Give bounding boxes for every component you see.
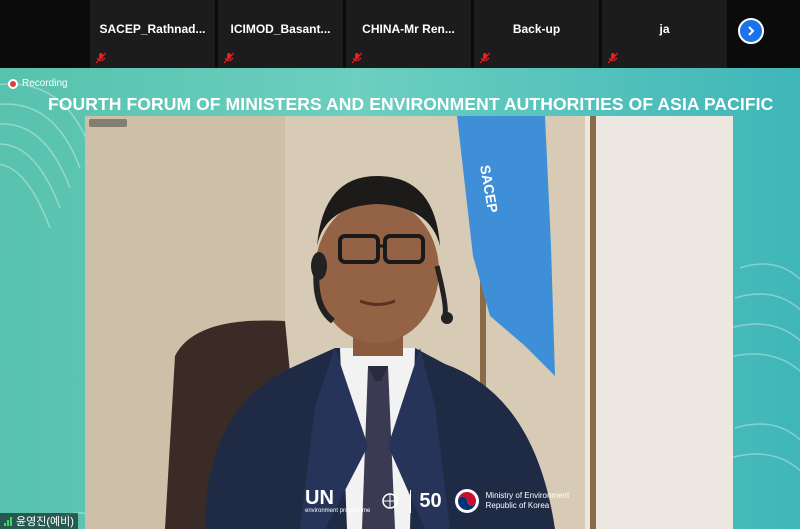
globe-icon	[382, 493, 399, 509]
participant-tile[interactable]: Back-up	[474, 0, 599, 68]
recording-label: Recording	[22, 78, 68, 89]
participant-tile[interactable]: CHINA-Mr Ren...	[346, 0, 471, 68]
self-user-name: 윤영진(예비)	[16, 516, 74, 528]
muted-mic-icon	[607, 52, 619, 64]
moe-line1: Ministry of Environment	[485, 491, 570, 501]
main-video-stage: Recording FOURTH FORUM OF MINISTERS AND …	[0, 68, 800, 529]
participant-name: Back-up	[512, 22, 561, 36]
speaker-video[interactable]: SACEP	[85, 116, 733, 529]
participant-name: ICIMOD_Basant...	[230, 22, 331, 36]
muted-mic-icon	[479, 52, 491, 64]
recording-indicator: Recording	[8, 78, 68, 89]
participant-name: SACEP_Rathnad...	[99, 22, 206, 36]
participant-name: ja	[659, 22, 670, 36]
taegeuk-icon	[454, 489, 479, 513]
self-user-label[interactable]: 윤영진(예비)	[0, 513, 78, 529]
moe-line2: Republic of Korea	[485, 501, 550, 510]
participant-tile[interactable]: ja	[602, 0, 727, 68]
video-toolbar[interactable]	[89, 119, 127, 127]
sponsor-logos: UN environment programme 50 Ministry of …	[305, 478, 569, 524]
muted-mic-icon	[351, 52, 363, 64]
participant-strip: SACEP_Rathnad... ICIMOD_Basant... CHINA-…	[0, 0, 800, 68]
participant-tile[interactable]: ICIMOD_Basant...	[218, 0, 343, 68]
signal-bars-icon	[4, 516, 12, 526]
muted-mic-icon	[95, 52, 107, 64]
next-page-button[interactable]	[738, 18, 764, 44]
anniversary-logo: 50	[410, 489, 442, 513]
chevron-right-icon	[748, 26, 755, 36]
forum-title: FOURTH FORUM OF MINISTERS AND ENVIRONMEN…	[48, 94, 774, 114]
muted-mic-icon	[223, 52, 235, 64]
moe-logo: Ministry of Environment Republic of Kore…	[454, 488, 570, 514]
un-text: UN	[305, 487, 334, 509]
speaker-video-frame: SACEP	[85, 116, 733, 529]
recording-icon	[8, 78, 18, 89]
participant-tile[interactable]: SACEP_Rathnad...	[90, 0, 215, 68]
participant-name: CHINA-Mr Ren...	[362, 22, 455, 36]
unep-logo: UN environment programme	[305, 488, 370, 514]
un-subtext: environment programme	[305, 508, 371, 514]
